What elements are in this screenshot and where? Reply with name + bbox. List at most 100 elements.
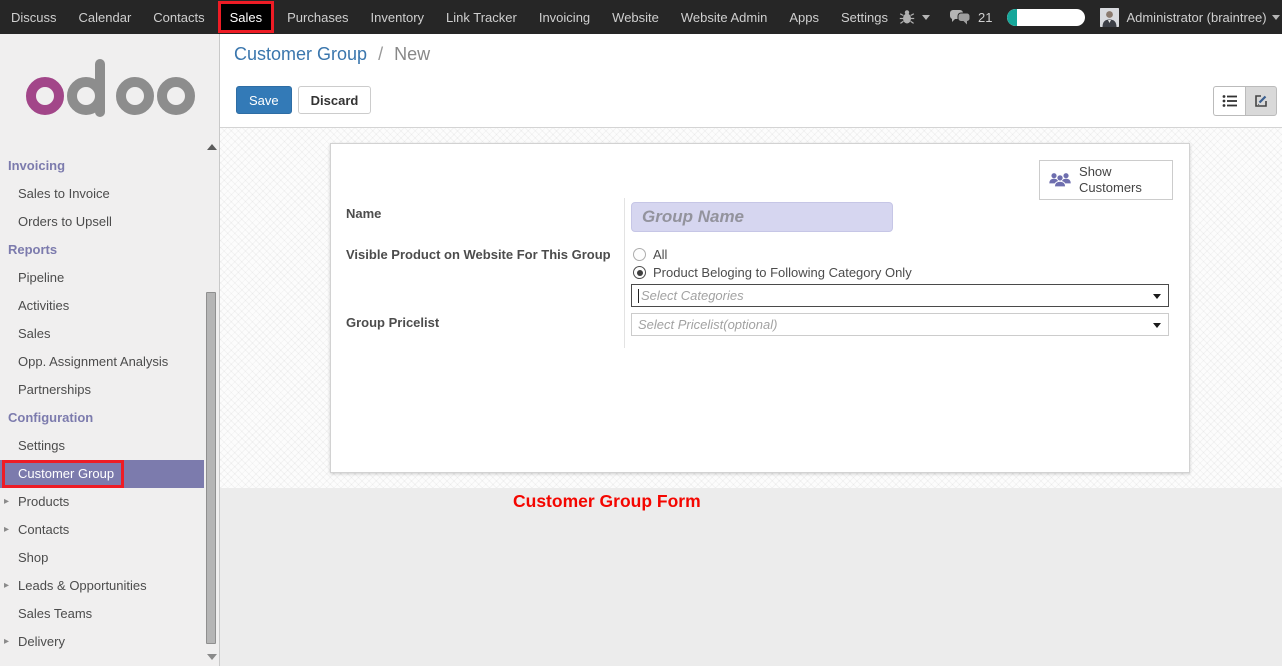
sidebar-item-orders-to-upsell[interactable]: Orders to Upsell (0, 208, 204, 236)
scroll-up-icon[interactable] (207, 144, 217, 150)
control-panel: Customer Group / New Save Discard (220, 34, 1282, 128)
expand-caret-icon: ▸ (4, 628, 9, 656)
expand-caret-icon: ▸ (4, 516, 9, 544)
customers-group-icon (1048, 170, 1072, 190)
user-caret-down-icon[interactable] (1272, 15, 1280, 20)
top-menu-settings[interactable]: Settings (830, 0, 899, 34)
odoo-logo-text: odoo (26, 114, 27, 115)
select-pricelist-placeholder: Select Pricelist(optional) (638, 317, 777, 332)
debug-caret-down-icon[interactable] (922, 15, 930, 20)
sidebar-item-label: Products (18, 494, 69, 509)
sidebar-item-delivery[interactable]: ▸ Delivery (0, 628, 204, 656)
top-navigation-bar: Discuss Calendar Contacts Sales Purchase… (0, 0, 1282, 34)
dropdown-caret-icon (1153, 323, 1161, 328)
pricelist-field-label: Group Pricelist (346, 315, 439, 330)
sidebar: odoo Invoicing Sales to Invoice Orders t… (0, 34, 220, 666)
dropdown-caret-icon (1153, 294, 1161, 299)
top-menu-website-admin[interactable]: Website Admin (670, 0, 778, 34)
show-customers-button[interactable]: Show Customers (1039, 160, 1173, 200)
save-button[interactable]: Save (236, 86, 292, 114)
messages-icon[interactable] (949, 9, 971, 25)
form-column-divider (624, 198, 625, 348)
list-view-button[interactable] (1213, 86, 1245, 116)
odoo-logo: odoo (26, 57, 219, 115)
form-view-button[interactable] (1245, 86, 1277, 116)
bottom-area: Customer Group Form (220, 488, 1282, 666)
sidebar-item-settings[interactable]: Settings (0, 432, 204, 460)
user-avatar[interactable] (1100, 8, 1119, 27)
sidebar-item-contacts[interactable]: ▸ Contacts (0, 516, 204, 544)
scroll-down-icon[interactable] (207, 654, 217, 660)
radio-option-category-only[interactable]: Product Beloging to Following Category O… (633, 265, 912, 280)
sidebar-item-label: Delivery (18, 634, 65, 649)
top-menu-sales[interactable]: Sales (218, 1, 275, 33)
top-menu-invoicing[interactable]: Invoicing (528, 0, 601, 34)
sidebar-item-shop[interactable]: Shop (0, 544, 204, 572)
select-categories-placeholder: Select Categories (641, 288, 744, 303)
show-customers-label: Show Customers (1079, 164, 1164, 197)
top-menu-inventory[interactable]: Inventory (360, 0, 435, 34)
top-menu-apps[interactable]: Apps (778, 0, 830, 34)
top-menu-calendar[interactable]: Calendar (68, 0, 143, 34)
top-menu: Discuss Calendar Contacts Sales Purchase… (0, 0, 899, 34)
sidebar-scrollbar[interactable] (205, 140, 218, 666)
customer-group-form: Show Customers Name Visible Product on W… (330, 143, 1190, 473)
odoo-logo-o1 (26, 77, 64, 115)
name-field-label: Name (346, 206, 381, 221)
form-canvas: Show Customers Name Visible Product on W… (220, 128, 1282, 488)
sidebar-header-configuration: Configuration (0, 404, 204, 432)
sidebar-item-leads-opportunities[interactable]: ▸ Leads & Opportunities (0, 572, 204, 600)
breadcrumb: Customer Group / New (234, 44, 430, 65)
form-view-edit-icon (1253, 93, 1269, 109)
sidebar-item-label: Customer Group (18, 466, 114, 481)
odoo-logo-o2 (116, 77, 154, 115)
select-categories-dropdown[interactable]: Select Categories (631, 284, 1169, 307)
discard-button[interactable]: Discard (298, 86, 372, 114)
main-content: Customer Group / New Save Discard (220, 34, 1282, 666)
sidebar-menu: Invoicing Sales to Invoice Orders to Ups… (0, 152, 204, 656)
text-cursor (638, 289, 639, 303)
debug-bug-icon[interactable] (899, 9, 915, 25)
sidebar-item-partnerships[interactable]: Partnerships (0, 376, 204, 404)
top-menu-purchases[interactable]: Purchases (276, 0, 359, 34)
select-pricelist-dropdown[interactable]: Select Pricelist(optional) (631, 313, 1169, 336)
radio-all-label: All (653, 247, 667, 262)
sidebar-item-products[interactable]: ▸ Products (0, 488, 204, 516)
radio-category-only-icon[interactable] (633, 266, 646, 279)
sidebar-item-label: Leads & Opportunities (18, 578, 147, 593)
expand-caret-icon: ▸ (4, 488, 9, 516)
sidebar-item-sales-teams[interactable]: Sales Teams (0, 600, 204, 628)
radio-category-only-label: Product Beloging to Following Category O… (653, 265, 912, 280)
sidebar-item-label: Contacts (18, 522, 69, 537)
top-menu-website[interactable]: Website (601, 0, 670, 34)
odoo-logo-d (67, 77, 105, 115)
sidebar-item-opp-assignment-analysis[interactable]: Opp. Assignment Analysis (0, 348, 204, 376)
top-menu-discuss[interactable]: Discuss (0, 0, 68, 34)
top-menu-link-tracker[interactable]: Link Tracker (435, 0, 528, 34)
annotation-caption: Customer Group Form (513, 491, 701, 512)
sidebar-item-pipeline[interactable]: Pipeline (0, 264, 204, 292)
expand-caret-icon: ▸ (4, 572, 9, 600)
list-view-icon (1222, 94, 1238, 108)
sidebar-item-sales-to-invoice[interactable]: Sales to Invoice (0, 180, 204, 208)
odoo-logo-o3 (157, 77, 195, 115)
sidebar-item-activities[interactable]: Activities (0, 292, 204, 320)
breadcrumb-parent-link[interactable]: Customer Group (234, 44, 367, 64)
visibility-field-label: Visible Product on Website For This Grou… (346, 247, 611, 262)
radio-option-all[interactable]: All (633, 247, 667, 262)
view-switcher (1213, 86, 1277, 116)
messages-count: 21 (978, 10, 992, 25)
scrollbar-thumb[interactable] (206, 292, 216, 644)
breadcrumb-separator: / (378, 44, 383, 64)
sidebar-item-customer-group[interactable]: Customer Group (0, 460, 204, 488)
sidebar-header-reports: Reports (0, 236, 204, 264)
timer-progress-pill[interactable] (1007, 9, 1085, 26)
radio-all-icon[interactable] (633, 248, 646, 261)
timer-progress-fill (1007, 9, 1016, 26)
breadcrumb-current: New (394, 44, 430, 64)
user-menu[interactable]: Administrator (braintree) (1126, 10, 1266, 25)
sidebar-item-sales[interactable]: Sales (0, 320, 204, 348)
sidebar-header-invoicing: Invoicing (0, 152, 204, 180)
group-name-input[interactable] (631, 202, 893, 232)
top-menu-contacts[interactable]: Contacts (142, 0, 215, 34)
